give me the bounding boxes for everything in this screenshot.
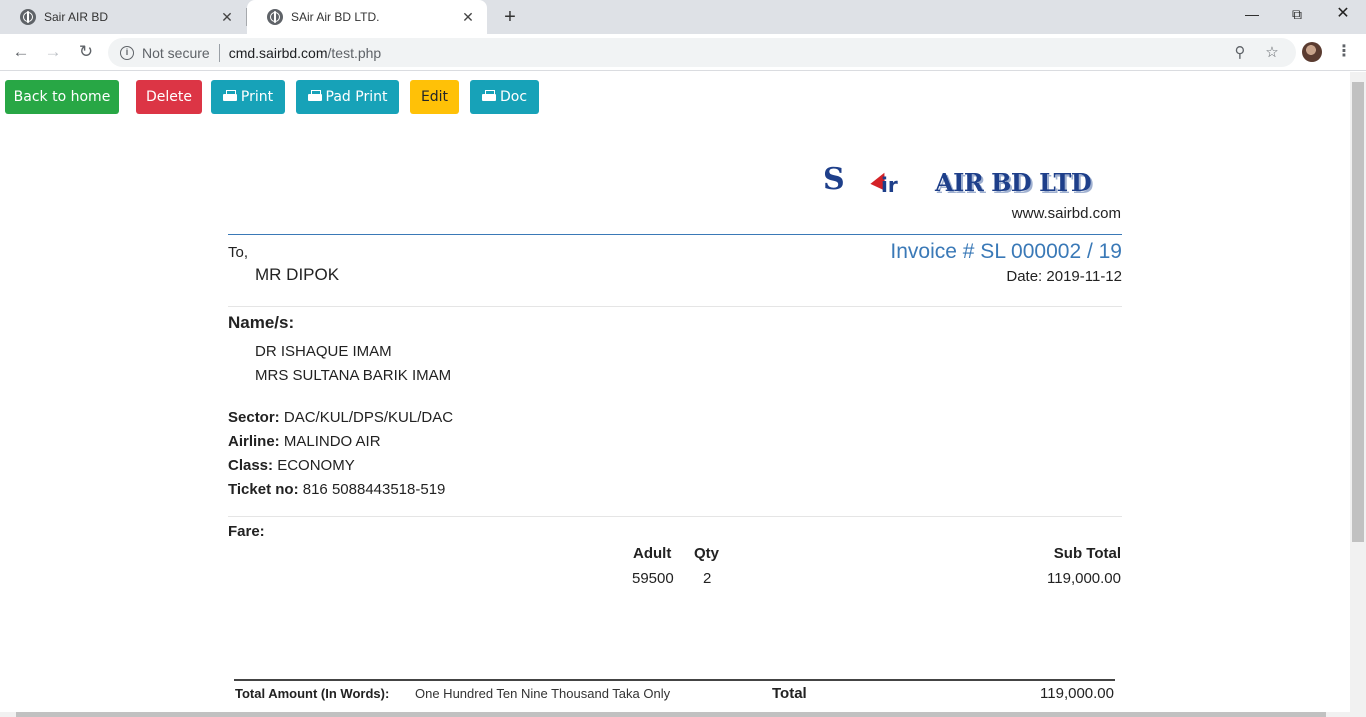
airline-value: MALINDO AIR xyxy=(283,433,381,450)
vertical-scrollbar[interactable] xyxy=(1350,72,1366,712)
page-viewport: Back to home Delete Print Pad Print Edit… xyxy=(0,72,1350,712)
restore-icon[interactable]: ⧉ xyxy=(1274,0,1320,30)
company-logo: S ir AIR BD LTD xyxy=(823,162,1123,198)
qty-value: 2 xyxy=(703,570,712,587)
sector-label: Sector: xyxy=(228,409,280,426)
sector-row: Sector: DAC/KUL/DPS/KUL/DAC xyxy=(228,409,453,426)
globe-icon xyxy=(20,9,36,25)
tab-title: SAir Air BD LTD. xyxy=(291,10,380,24)
pad-print-button[interactable]: Pad Print xyxy=(296,80,399,114)
url-host: cmd.sairbd.com xyxy=(228,44,328,61)
url-text[interactable]: cmd.sairbd.com/test.php xyxy=(229,45,382,61)
address-bar[interactable]: i Not secure cmd.sairbd.com/test.php ⚲ ☆ xyxy=(108,38,1296,67)
company-website: www.sairbd.com xyxy=(1011,205,1121,222)
logo-wordmark: AIR BD LTD xyxy=(935,168,1092,197)
section-divider xyxy=(228,516,1122,517)
print-button[interactable]: Print xyxy=(211,80,285,114)
zoom-icon[interactable]: ⚲ xyxy=(1227,38,1253,67)
minimize-icon[interactable]: — xyxy=(1229,0,1275,30)
horizontal-scrollbar[interactable] xyxy=(0,712,1366,717)
security-status[interactable]: Not secure xyxy=(142,45,210,61)
reload-icon[interactable]: ↻ xyxy=(73,39,99,65)
amount-in-words-label: Total Amount (In Words): xyxy=(235,686,390,701)
tab-sair-air-bd[interactable]: Sair AIR BD ✕ xyxy=(0,0,246,34)
airline-row: Airline: MALINDO AIR xyxy=(228,433,381,450)
qty-header: Qty xyxy=(694,545,720,562)
adult-header: Adult xyxy=(633,545,672,562)
passenger-name: DR ISHAQUE IMAM xyxy=(255,343,392,360)
total-amount: 119,000.00 xyxy=(1040,685,1114,702)
menu-dots-icon[interactable]: ⋮ xyxy=(1334,38,1354,66)
forward-arrow-icon[interactable]: → xyxy=(40,39,66,65)
ticket-value: 816 5088443518-519 xyxy=(302,481,446,498)
doc-label: Doc xyxy=(499,89,528,105)
subtotal-value: 119,000.00 xyxy=(1047,570,1121,587)
subtotal-header: Sub Total xyxy=(1053,545,1121,562)
profile-avatar[interactable] xyxy=(1302,42,1322,62)
section-divider xyxy=(228,306,1122,307)
pad-print-label: Pad Print xyxy=(325,89,388,105)
tab-sair-air-bd-ltd[interactable]: SAir Air BD LTD. ✕ xyxy=(247,0,487,34)
back-arrow-icon[interactable]: ← xyxy=(8,39,34,65)
ticket-row: Ticket no: 816 5088443518-519 xyxy=(228,481,445,498)
header-divider xyxy=(228,234,1122,235)
address-toolbar: ← → ↻ i Not secure cmd.sairbd.com/test.p… xyxy=(0,34,1366,71)
total-label: Total xyxy=(772,685,807,702)
class-value: ECONOMY xyxy=(277,457,355,474)
globe-icon xyxy=(267,9,283,25)
url-path: /test.php xyxy=(327,44,382,61)
printer-icon xyxy=(307,90,322,103)
class-label: Class: xyxy=(228,457,274,474)
logo-ir: ir xyxy=(881,173,898,197)
invoice-number: Invoice # SL 000002 / 19 xyxy=(890,240,1122,263)
logo-s: S xyxy=(823,162,845,197)
names-heading: Name/s: xyxy=(228,313,295,332)
class-row: Class: ECONOMY xyxy=(228,457,355,474)
tab-strip: Sair AIR BD ✕ SAir Air BD LTD. ✕ + — ⧉ ✕ xyxy=(0,0,1366,34)
close-icon[interactable]: ✕ xyxy=(455,9,481,26)
window-close-icon[interactable]: ✕ xyxy=(1320,0,1366,30)
scroll-thumb[interactable] xyxy=(1352,82,1364,542)
back-to-home-button[interactable]: Back to home xyxy=(5,80,119,114)
new-tab-plus-icon[interactable]: + xyxy=(497,4,523,30)
total-divider xyxy=(234,679,1115,681)
client-name: MR DIPOK xyxy=(255,265,340,284)
ticket-label: Ticket no: xyxy=(228,481,299,498)
delete-button[interactable]: Delete xyxy=(136,80,202,114)
to-label: To, xyxy=(228,244,249,261)
print-label: Print xyxy=(240,89,274,105)
sector-value: DAC/KUL/DPS/KUL/DAC xyxy=(283,409,454,426)
printer-icon xyxy=(222,90,237,103)
adult-fare: 59500 xyxy=(632,570,674,587)
info-icon[interactable]: i xyxy=(120,45,134,60)
scroll-thumb[interactable] xyxy=(16,712,1326,717)
edit-button[interactable]: Edit xyxy=(410,80,459,114)
airline-label: Airline: xyxy=(228,433,280,450)
star-icon[interactable]: ☆ xyxy=(1259,38,1285,67)
doc-button[interactable]: Doc xyxy=(470,80,539,114)
printer-icon xyxy=(481,90,496,103)
fare-heading: Fare: xyxy=(228,523,265,540)
divider xyxy=(218,43,220,62)
amount-in-words: One Hundred Ten Nine Thousand Taka Only xyxy=(415,686,671,701)
invoice-date: Date: 2019-11-12 xyxy=(1006,268,1122,285)
passenger-name: MRS SULTANA BARIK IMAM xyxy=(255,367,452,384)
close-icon[interactable]: ✕ xyxy=(214,9,240,26)
tab-title: Sair AIR BD xyxy=(44,10,109,24)
